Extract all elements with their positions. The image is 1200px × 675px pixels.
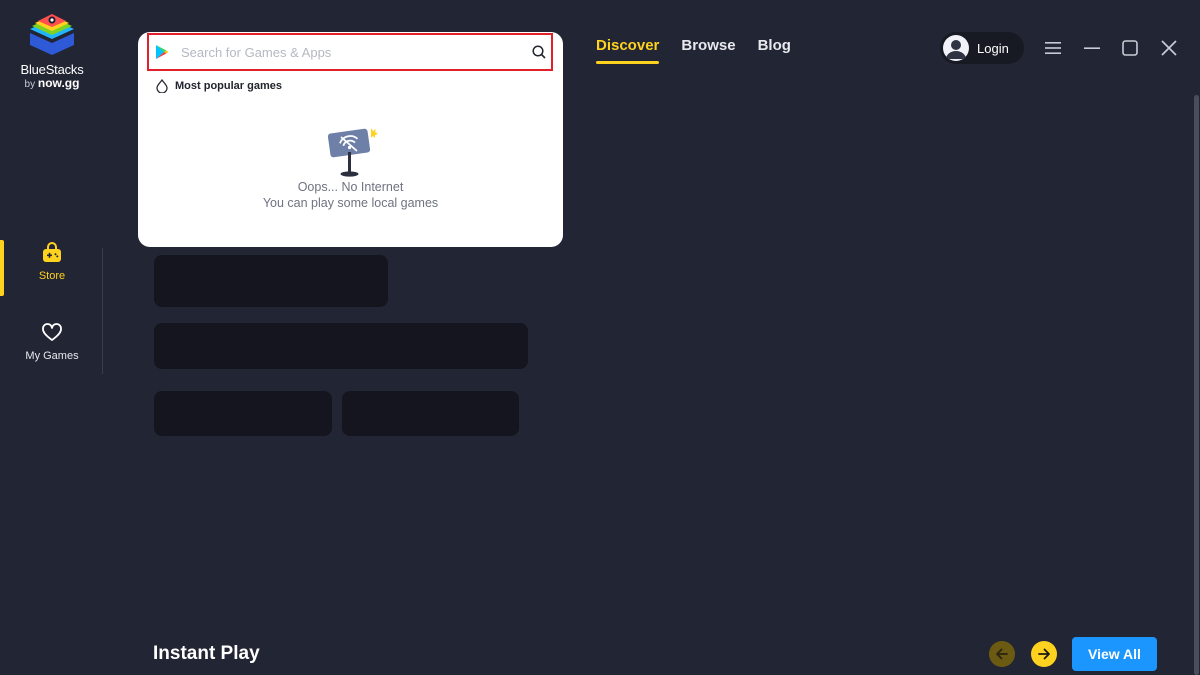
google-play-icon [156,45,169,59]
bluestacks-logo-icon [30,14,74,55]
close-icon [1161,40,1177,56]
instant-play-title: Instant Play [153,643,260,664]
carousel-prev-button[interactable] [989,641,1015,667]
sidebar-divider [102,248,103,374]
brand-by-prefix: by [24,79,36,90]
close-button[interactable] [1159,38,1179,58]
view-all-button[interactable]: View All [1072,637,1157,671]
hamburger-menu-icon [1045,42,1061,54]
top-navigation: Discover Browse Blog [596,37,791,64]
search-input[interactable] [181,44,531,60]
sidebar-item-label: My Games [25,350,79,362]
sidebar-item-store[interactable]: Store [0,238,104,298]
bluestacks-logo[interactable]: BlueStacks by now.gg [14,14,90,90]
minimize-button[interactable] [1082,38,1102,58]
sidebar-item-label: Store [38,270,66,282]
sidebar-item-my-games[interactable]: My Games [0,318,104,374]
brand-now-gg: now.gg [37,76,80,90]
tab-browse[interactable]: Browse [681,37,735,64]
tab-discover[interactable]: Discover [596,37,660,64]
login-label: Login [977,40,1009,56]
loading-skeleton [154,323,528,369]
search-icon[interactable] [531,44,547,60]
no-internet-subtitle: You can play some local games [262,196,439,210]
arrow-left-icon [996,648,1008,660]
left-sidebar: BlueStacks by now.gg Store My Games [0,0,104,675]
brand-name: BlueStacks [20,62,84,77]
loading-skeleton [154,255,388,307]
minimize-icon [1084,47,1100,49]
heart-icon [42,323,62,341]
menu-button[interactable] [1043,38,1063,58]
no-internet-state: Oops... No Internet You can play some lo… [138,124,563,210]
maximize-button[interactable] [1120,38,1140,58]
arrow-right-icon [1038,648,1050,660]
brand-byline: by now.gg [14,76,90,90]
active-indicator [0,240,4,296]
tab-blog[interactable]: Blog [758,37,791,64]
login-button[interactable]: Login [940,32,1024,64]
user-icon [946,40,966,59]
loading-skeleton [154,391,332,436]
flame-icon [156,79,168,93]
search-box[interactable] [147,33,553,71]
maximize-icon [1122,40,1138,56]
loading-skeleton [342,391,519,436]
no-internet-title: Oops... No Internet [297,180,404,194]
carousel-next-button[interactable] [1031,641,1057,667]
search-dropdown: Most popular games Oops... No Internet Y… [138,32,563,247]
most-popular-heading: Most popular games [156,79,282,93]
most-popular-label: Most popular games [175,80,282,92]
avatar [943,35,969,61]
no-internet-illustration [327,128,378,177]
scrollbar[interactable] [1194,95,1199,675]
store-bag-icon [43,242,61,262]
